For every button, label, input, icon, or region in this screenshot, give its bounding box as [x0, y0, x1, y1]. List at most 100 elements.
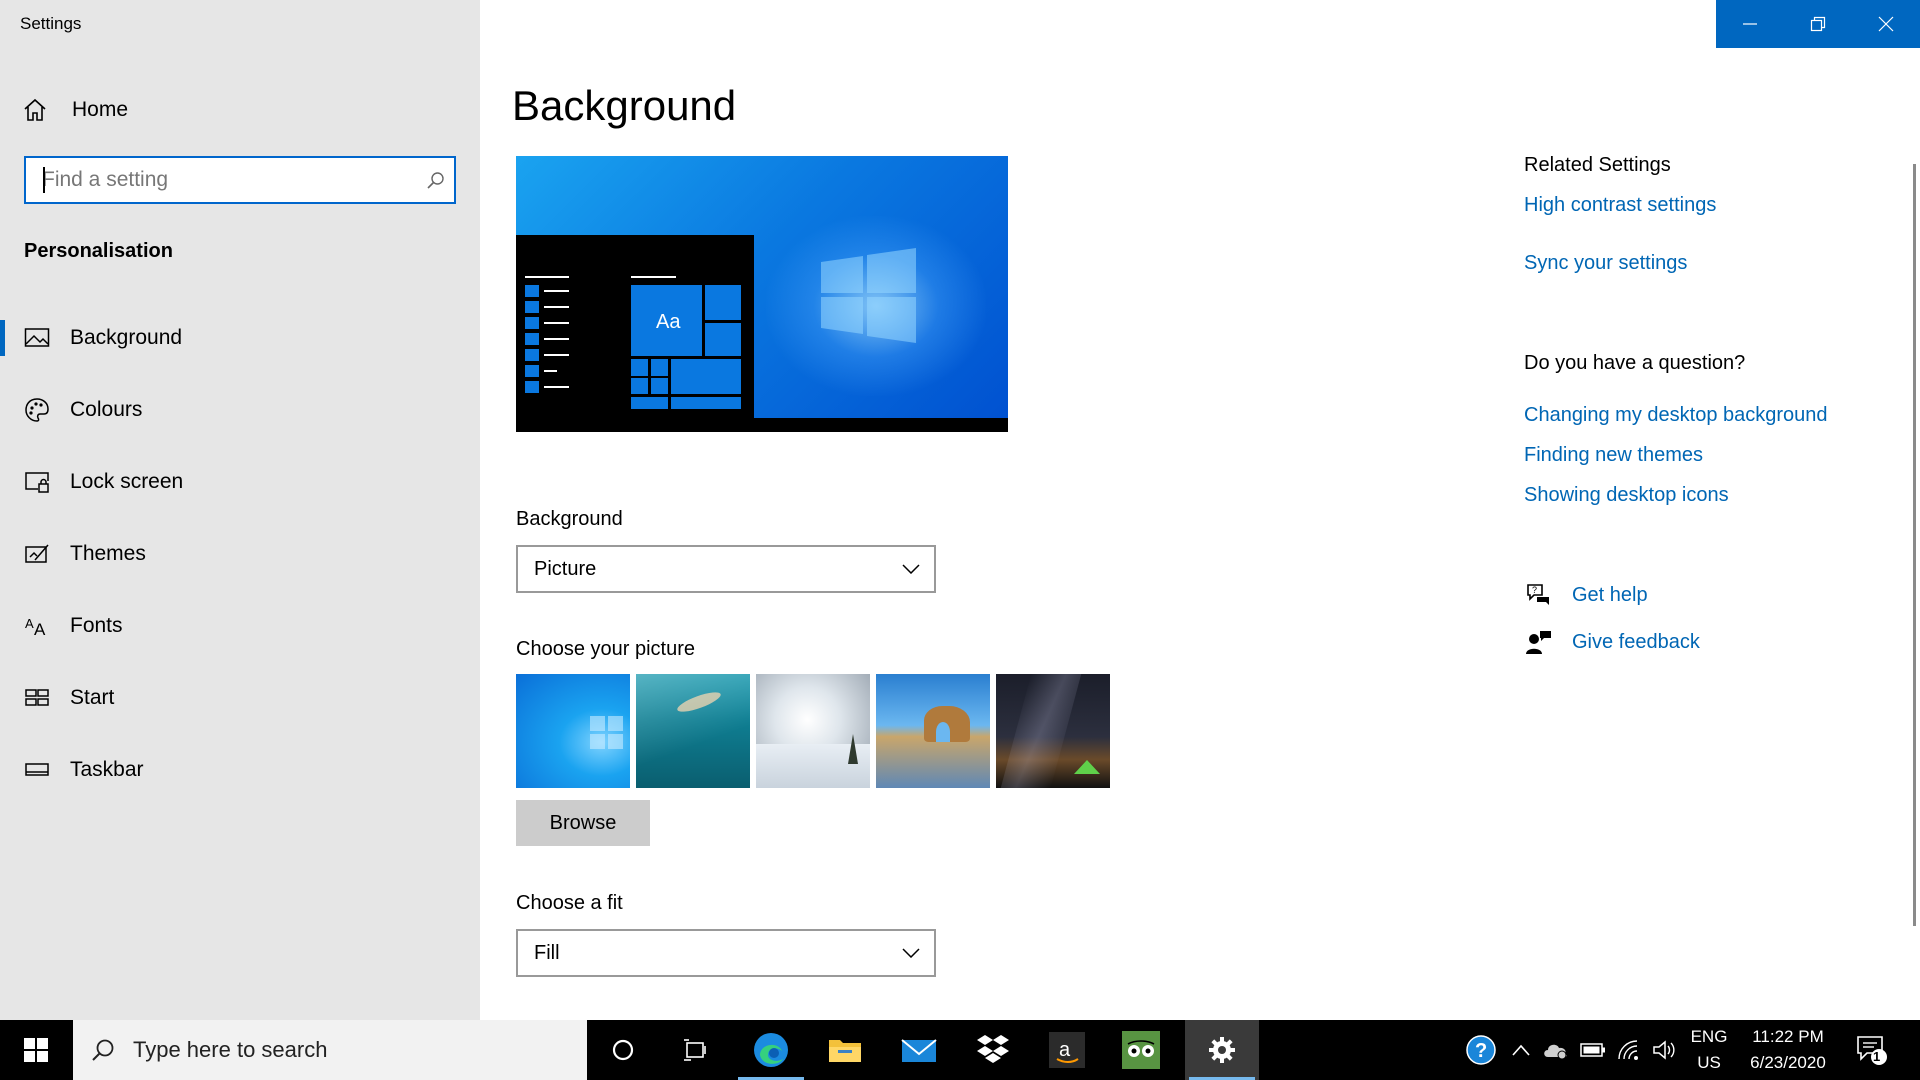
- sidebar-item-background[interactable]: Background: [0, 308, 480, 368]
- background-dropdown-value: Picture: [534, 557, 597, 580]
- help-circle-icon: ?: [1466, 1035, 1496, 1065]
- showing-desktop-icons-link[interactable]: Showing desktop icons: [1524, 484, 1729, 507]
- sidebar-item-label: Start: [70, 686, 115, 709]
- fit-dropdown[interactable]: Fill: [516, 929, 936, 977]
- thumbnail-underwater[interactable]: [636, 674, 750, 788]
- sidebar-item-themes[interactable]: Themes: [0, 524, 480, 584]
- clock-time: 11:22 PM: [1752, 1027, 1824, 1046]
- clock-tray-button[interactable]: 11:22 PM 6/23/2020: [1738, 1020, 1838, 1080]
- sync-settings-link[interactable]: Sync your settings: [1524, 252, 1687, 275]
- volume-tray-button[interactable]: [1648, 1020, 1682, 1080]
- start-button[interactable]: [0, 1020, 72, 1080]
- preview-taskbar: [754, 418, 1008, 432]
- svg-text:?: ?: [1475, 1040, 1487, 1062]
- cortana-button[interactable]: [586, 1020, 660, 1080]
- home-label: Home: [72, 98, 129, 121]
- windows-start-icon: [24, 1038, 48, 1062]
- scrollbar[interactable]: [1913, 164, 1916, 926]
- cortana-icon: [612, 1039, 634, 1061]
- clock-date: 6/23/2020: [1750, 1053, 1826, 1072]
- close-button[interactable]: [1852, 0, 1920, 48]
- main-content: Background Aa Background Picture Choose …: [480, 0, 1920, 1020]
- sidebar-item-start[interactable]: Start: [0, 668, 480, 728]
- network-tray-button[interactable]: [1612, 1020, 1646, 1080]
- search-icon: [73, 1037, 133, 1063]
- desktop-preview: Aa: [516, 156, 1008, 432]
- action-center-button[interactable]: 1: [1850, 1020, 1894, 1080]
- background-label: Background: [516, 508, 623, 530]
- sidebar-item-label: Themes: [70, 542, 146, 565]
- start-icon: [22, 683, 52, 713]
- fonts-icon: AA: [22, 611, 52, 641]
- sidebar-item-label: Colours: [70, 398, 143, 421]
- amazon-button[interactable]: a: [1030, 1020, 1104, 1080]
- battery-icon: [1580, 1043, 1605, 1057]
- svg-text:a: a: [1059, 1039, 1071, 1061]
- language-tray-button[interactable]: ENG US: [1686, 1020, 1732, 1080]
- finding-themes-link[interactable]: Finding new themes: [1524, 444, 1703, 467]
- show-hidden-icons-button[interactable]: [1506, 1020, 1536, 1080]
- picture-icon: [22, 323, 52, 353]
- themes-icon: [22, 539, 52, 569]
- wifi-icon: [1618, 1040, 1638, 1060]
- home-nav-item[interactable]: Home: [20, 92, 128, 128]
- restore-button[interactable]: [1784, 0, 1852, 48]
- sidebar-item-label: Taskbar: [70, 758, 144, 781]
- taskbar: Type here to search a ? ENG US 11:22 PM …: [0, 1020, 1920, 1080]
- sidebar-item-fonts[interactable]: AA Fonts: [0, 596, 480, 656]
- give-feedback-link[interactable]: Give feedback: [1524, 627, 1700, 657]
- give-feedback-icon: [1524, 627, 1554, 657]
- edge-icon: [754, 1033, 788, 1067]
- windows-logo-icon: [821, 248, 916, 343]
- tripadvisor-button[interactable]: [1104, 1020, 1178, 1080]
- section-heading: Personalisation: [24, 240, 173, 262]
- onedrive-tray-button[interactable]: [1538, 1020, 1574, 1080]
- changing-background-link[interactable]: Changing my desktop background: [1524, 404, 1828, 427]
- sidebar-item-taskbar[interactable]: Taskbar: [0, 740, 480, 800]
- sidebar-item-label: Fonts: [70, 614, 123, 637]
- settings-taskbar-button[interactable]: [1185, 1020, 1259, 1080]
- page-title: Background: [512, 82, 737, 129]
- restore-icon: [1810, 16, 1826, 32]
- high-contrast-link[interactable]: High contrast settings: [1524, 194, 1716, 217]
- file-explorer-button[interactable]: [808, 1020, 882, 1080]
- edge-button[interactable]: [734, 1020, 808, 1080]
- give-feedback-label: Give feedback: [1572, 630, 1700, 653]
- thumbnail-windows-blue[interactable]: [516, 674, 630, 788]
- start-menu-illustration: [525, 276, 741, 409]
- thumbnail-night-sky[interactable]: [996, 674, 1110, 788]
- thumbnail-snow[interactable]: [756, 674, 870, 788]
- dropbox-button[interactable]: [956, 1020, 1030, 1080]
- sidebar-item-colours[interactable]: Colours: [0, 380, 480, 440]
- fit-dropdown-value: Fill: [534, 941, 560, 964]
- help-tray-button[interactable]: ?: [1460, 1020, 1502, 1080]
- chevron-down-icon: [902, 564, 920, 574]
- search-icon[interactable]: [418, 170, 454, 190]
- sidebar: Settings Home Personalisation Background: [0, 0, 480, 1020]
- sidebar-item-label: Lock screen: [70, 470, 184, 493]
- task-view-icon: [684, 1039, 706, 1061]
- mail-button[interactable]: [882, 1020, 956, 1080]
- sidebar-item-lock-screen[interactable]: Lock screen: [0, 452, 480, 512]
- svg-text:?: ?: [1532, 585, 1537, 595]
- browse-button[interactable]: Browse: [516, 800, 650, 846]
- amazon-icon: a: [1049, 1032, 1085, 1068]
- tripadvisor-icon: [1122, 1031, 1160, 1069]
- language-code: ENG: [1690, 1027, 1728, 1046]
- preview-sample-text: Aa: [656, 311, 681, 333]
- thumbnail-beach-rocks[interactable]: [876, 674, 990, 788]
- taskbar-icon: [22, 755, 52, 785]
- battery-tray-button[interactable]: [1576, 1020, 1610, 1080]
- taskbar-search-box[interactable]: Type here to search: [73, 1020, 587, 1080]
- background-dropdown[interactable]: Picture: [516, 545, 936, 593]
- get-help-label: Get help: [1572, 583, 1648, 606]
- search-input[interactable]: [26, 158, 418, 202]
- text-caret: [43, 167, 45, 193]
- get-help-link[interactable]: ? Get help: [1524, 580, 1648, 610]
- notification-icon: [1857, 1036, 1887, 1065]
- selection-indicator: [0, 320, 5, 356]
- minimize-button[interactable]: [1716, 0, 1784, 48]
- search-box[interactable]: [24, 156, 456, 204]
- task-view-button[interactable]: [660, 1020, 734, 1080]
- settings-icon: [1209, 1037, 1235, 1063]
